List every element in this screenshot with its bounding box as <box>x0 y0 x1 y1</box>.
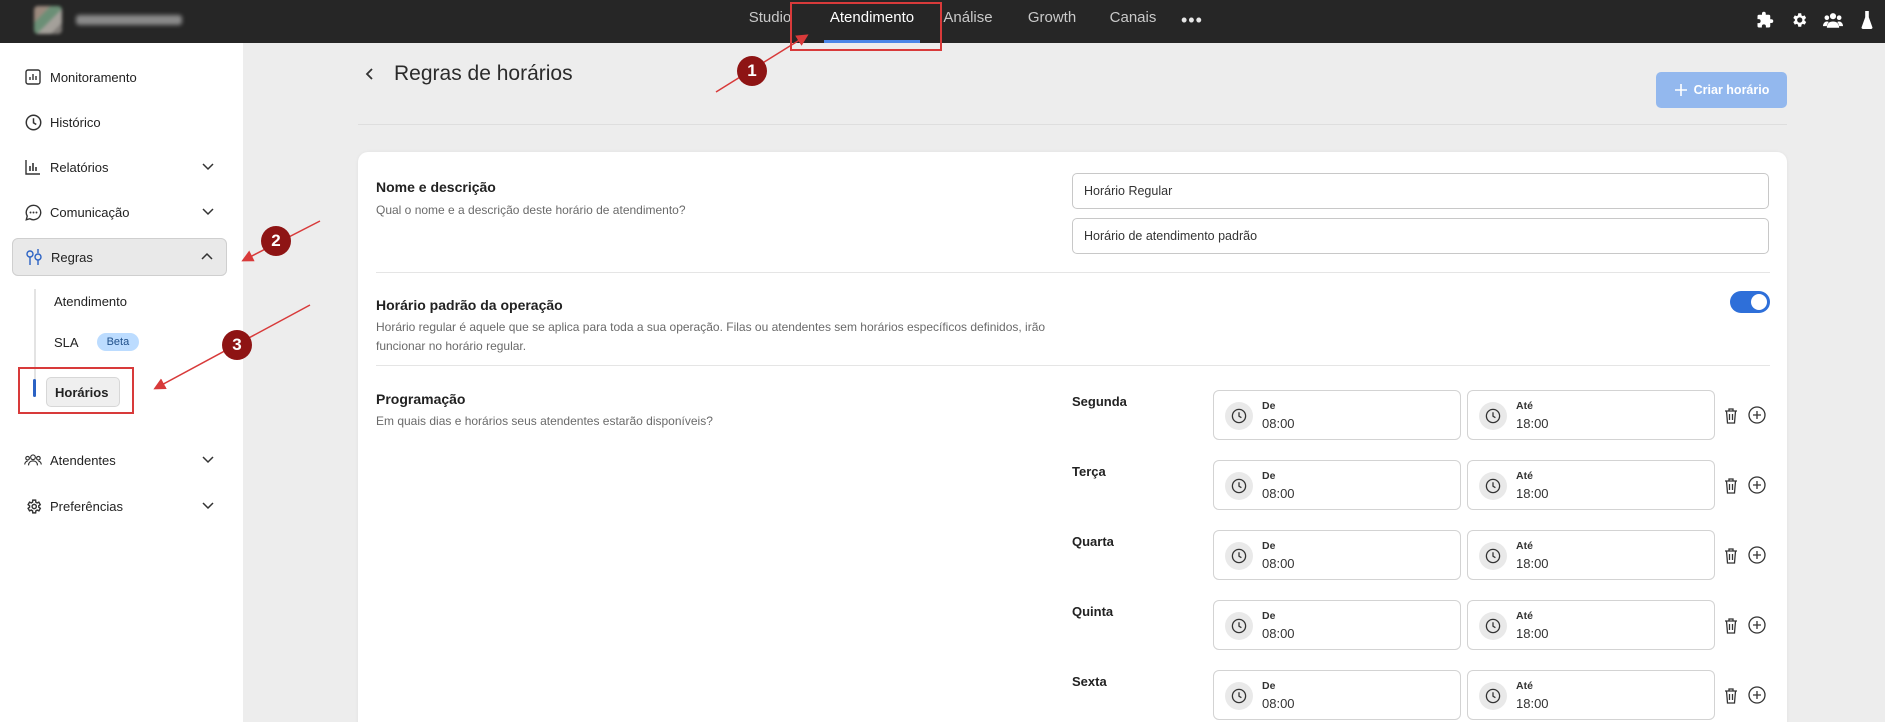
annotation-badge-1: 1 <box>737 56 767 86</box>
annotation-arrows <box>153 34 809 390</box>
annotation-badge-2: 2 <box>261 226 291 256</box>
annotation-badge-3: 3 <box>222 330 252 360</box>
